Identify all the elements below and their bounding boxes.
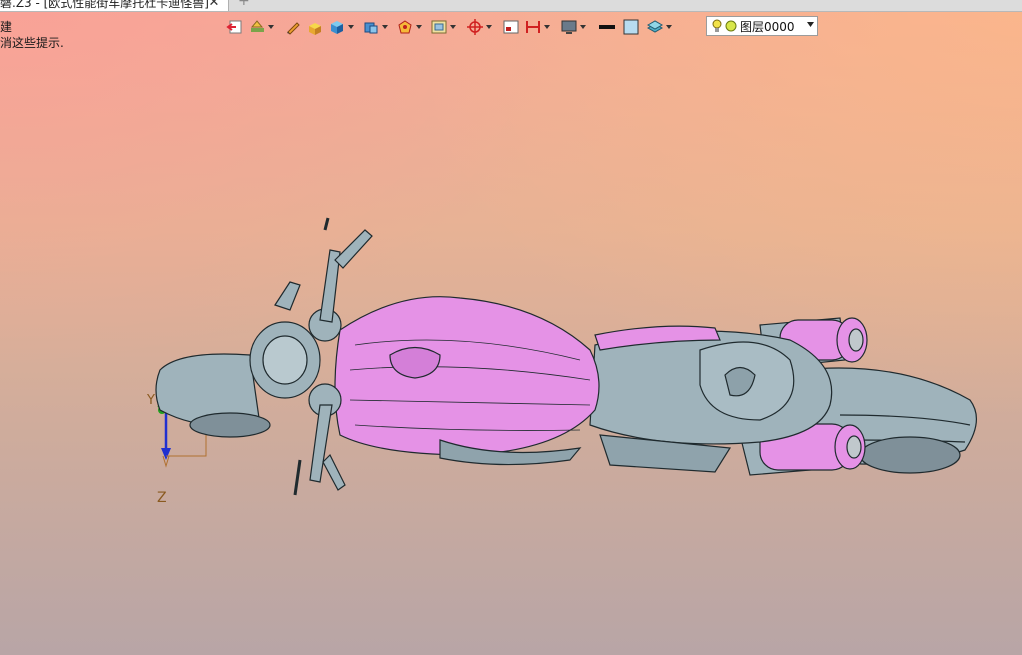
chevron-down-icon[interactable] xyxy=(267,17,274,37)
right-grip xyxy=(322,453,346,491)
layer-select-value: 图层0000 xyxy=(740,19,795,34)
cube-view-icon xyxy=(364,22,378,34)
screen-icon xyxy=(561,20,577,34)
snap-target-icon xyxy=(467,19,483,35)
exit-sketch-button[interactable] xyxy=(226,17,244,37)
hint-line-2: 消这些提示. xyxy=(0,36,64,50)
chevron-down-icon[interactable] xyxy=(381,17,388,37)
pencil-icon xyxy=(287,22,300,35)
right-lever xyxy=(293,459,302,496)
lightbulb-icon[interactable] xyxy=(710,18,724,34)
face-color-icon xyxy=(623,19,639,35)
shaded-layer-button[interactable] xyxy=(248,17,274,37)
face-color-button[interactable] xyxy=(622,17,640,37)
shaded-layer-icon xyxy=(250,20,264,32)
chevron-down-icon[interactable] xyxy=(485,17,492,37)
line-color-button[interactable] xyxy=(598,17,616,37)
layer-status-dot-icon[interactable] xyxy=(724,19,738,33)
cube-display-button[interactable] xyxy=(328,17,354,37)
layer-stack-icon xyxy=(646,20,664,33)
window-icon xyxy=(503,20,519,34)
frame-button[interactable] xyxy=(430,17,456,37)
chevron-down-icon[interactable] xyxy=(449,17,456,37)
chevron-down-icon[interactable] xyxy=(665,17,672,37)
motorcycle-model[interactable] xyxy=(140,210,990,510)
section-icon xyxy=(526,21,540,33)
view-toolbar xyxy=(226,16,676,38)
chevron-down-icon[interactable] xyxy=(579,17,586,37)
window-button[interactable] xyxy=(502,17,520,37)
screen-button[interactable] xyxy=(560,17,586,37)
layer-stack-button[interactable] xyxy=(646,17,672,37)
close-tab-icon[interactable]: ✕ xyxy=(208,0,220,10)
front-mirror xyxy=(274,281,301,311)
line-color-icon xyxy=(599,25,615,29)
geometry-filter-icon xyxy=(398,20,412,34)
layer-select[interactable]: 图层0000 xyxy=(706,16,818,36)
pencil-button[interactable] xyxy=(284,17,302,37)
frame-icon xyxy=(431,20,447,34)
chevron-down-icon[interactable] xyxy=(807,22,814,27)
box-color-icon xyxy=(309,23,321,35)
hint-line-1: 建 xyxy=(0,20,13,34)
section-button[interactable] xyxy=(524,17,550,37)
box-color-button[interactable] xyxy=(306,17,324,37)
document-tab-strip: 磐.Z3 - [欧式性能街车摩托杜卡迪怪兽] ✕ + xyxy=(0,0,1022,12)
geometry-filter-button[interactable] xyxy=(396,17,422,37)
chevron-down-icon[interactable] xyxy=(543,17,550,37)
left-grip xyxy=(334,229,373,269)
snap-target-button[interactable] xyxy=(466,17,492,37)
rear-wheel xyxy=(859,436,961,474)
document-tab[interactable]: 磐.Z3 - [欧式性能街车摩托杜卡迪怪兽] xyxy=(0,0,229,11)
chevron-down-icon[interactable] xyxy=(347,17,354,37)
front-wheel xyxy=(189,412,271,438)
cube-view-button[interactable] xyxy=(362,17,388,37)
exit-sketch-icon xyxy=(226,20,242,34)
left-lever xyxy=(323,217,330,231)
chevron-down-icon[interactable] xyxy=(415,17,422,37)
new-tab-button[interactable]: + xyxy=(238,0,250,8)
cube-display-icon xyxy=(331,21,343,34)
